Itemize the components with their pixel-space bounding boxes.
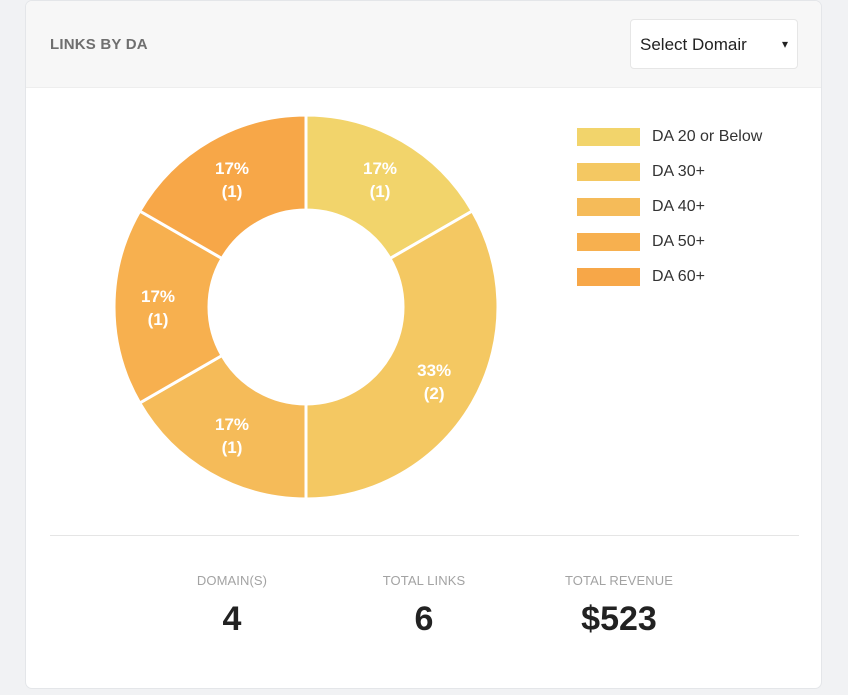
stat-domains: DOMAIN(S) 4: [157, 573, 307, 639]
legend-label: DA 20 or Below: [652, 128, 763, 145]
legend-item-da-40[interactable]: DA 40+: [577, 197, 797, 217]
legend-item-da-60[interactable]: DA 60+: [577, 267, 797, 287]
legend-label: DA 60+: [652, 268, 705, 285]
legend-item-da-20-or-below[interactable]: DA 20 or Below: [577, 127, 797, 147]
legend-label: DA 50+: [652, 233, 705, 250]
slice-count-label: (2): [424, 384, 445, 403]
stat-total-revenue-value: $523: [581, 600, 657, 638]
slice-count-label: (1): [148, 310, 169, 329]
legend-label: DA 30+: [652, 163, 705, 180]
legend-swatch: [577, 268, 640, 286]
stat-total-links-value: 6: [414, 600, 434, 638]
stat-total-links-label: TOTAL LINKS: [382, 573, 466, 588]
slice-count-label: (1): [222, 182, 243, 201]
stat-total-revenue: TOTAL REVENUE $523: [544, 573, 694, 639]
legend-swatch: [577, 198, 640, 216]
stat-total-revenue-label: TOTAL REVENUE: [565, 573, 673, 588]
legend-swatch: [577, 163, 640, 181]
donut-slice-da-30[interactable]: [304, 208, 500, 501]
legend-item-da-50[interactable]: DA 50+: [577, 232, 797, 252]
stat-total-links: TOTAL LINKS 6: [349, 573, 499, 639]
slice-count-label: (1): [370, 182, 391, 201]
slice-percent-label: 17%: [215, 159, 249, 178]
stat-domains-value: 4: [222, 600, 242, 638]
legend-item-da-30[interactable]: DA 30+: [577, 162, 797, 182]
legend-swatch: [577, 233, 640, 251]
slice-count-label: (1): [222, 438, 243, 457]
slice-percent-label: 17%: [363, 159, 397, 178]
donut-chart: 17% (1) 33% (2) 17% (1) 17% (1) 17% (1): [112, 113, 500, 501]
legend-label: DA 40+: [652, 198, 705, 215]
legend-swatch: [577, 128, 640, 146]
divider: [50, 535, 799, 536]
slice-percent-label: 17%: [141, 287, 175, 306]
links-by-da-card: LINKS BY DA Select Domair ▾ 17% (1) 33% (2)…: [25, 0, 822, 689]
stat-domains-label: DOMAIN(S): [196, 573, 268, 588]
slice-percent-label: 33%: [417, 361, 451, 380]
slice-percent-label: 17%: [215, 415, 249, 434]
